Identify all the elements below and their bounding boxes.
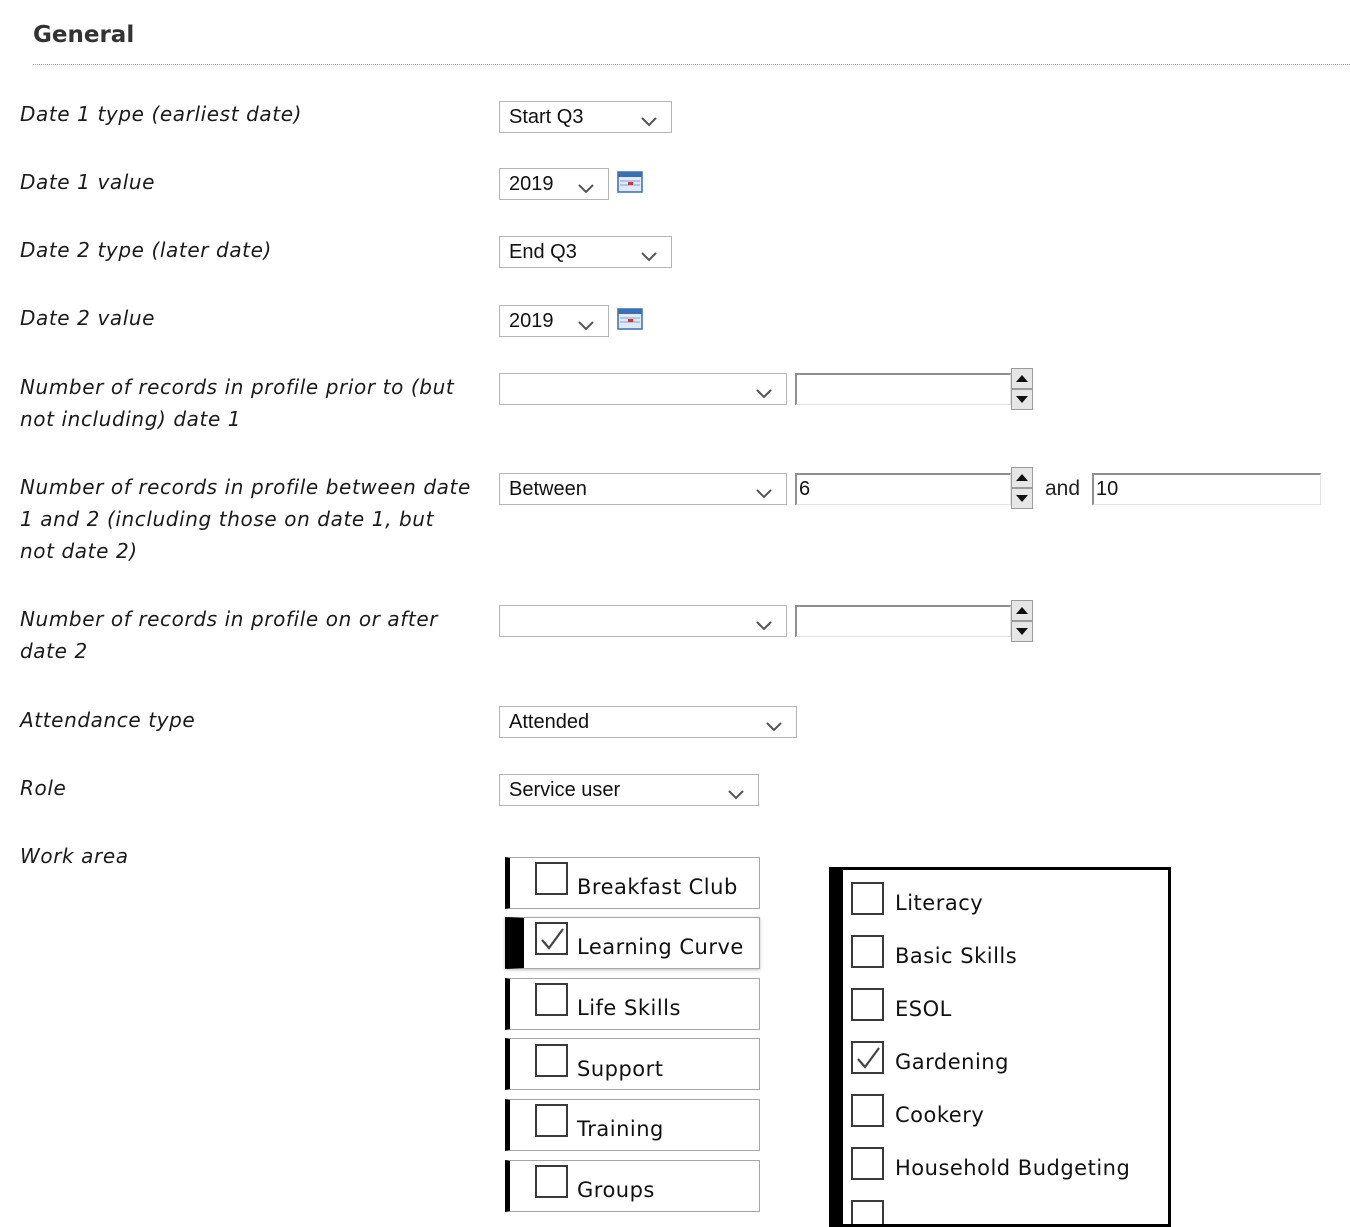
checkbox[interactable]: [851, 882, 884, 915]
records-between-input-2[interactable]: 10: [1092, 473, 1321, 505]
date1-type-select[interactable]: Start Q3: [499, 101, 672, 133]
checkbox[interactable]: [851, 1041, 884, 1074]
records-between-operator-value: Between: [509, 478, 587, 500]
subitem-esol[interactable]: ESOL: [851, 988, 1161, 1028]
work-area-item-label: Life Skills: [577, 996, 681, 1020]
checkbox[interactable]: [535, 983, 568, 1016]
work-area-item-label: Training: [577, 1117, 664, 1141]
records-prior-input[interactable]: [795, 373, 1011, 405]
subitem-literacy[interactable]: Literacy: [851, 882, 1161, 922]
subitem-label: Gardening: [895, 1050, 1009, 1074]
spin-down-icon[interactable]: [1011, 621, 1033, 642]
work-area-item-breakfast-club[interactable]: Breakfast Club: [505, 857, 760, 909]
chevron-down-icon: [641, 252, 657, 262]
chevron-down-icon: [641, 117, 657, 127]
check-icon: [541, 928, 564, 950]
records-prior-spinner[interactable]: [1011, 368, 1033, 410]
check-icon: [857, 1047, 880, 1069]
role-label: Role: [20, 776, 67, 800]
checkbox[interactable]: [535, 1104, 568, 1137]
records-between-operator-select[interactable]: Between: [499, 473, 787, 505]
records-between-spinner[interactable]: [1011, 467, 1033, 509]
section-divider: [33, 64, 1350, 65]
checkbox[interactable]: [535, 1044, 568, 1077]
checkbox[interactable]: [851, 1200, 884, 1224]
work-area-item-support[interactable]: Support: [505, 1038, 760, 1090]
date2-value-label: Date 2 value: [20, 306, 156, 330]
date1-value-value: 2019: [509, 173, 554, 195]
chevron-down-icon: [756, 621, 772, 631]
subitem-cookery[interactable]: Cookery: [851, 1094, 1161, 1134]
spin-down-icon[interactable]: [1011, 488, 1033, 509]
records-prior-label: Number of records in profile prior to (b…: [20, 375, 455, 431]
subitem-label: ESOL: [895, 997, 952, 1021]
work-area-item-label: Learning Curve: [577, 935, 744, 959]
spin-up-icon[interactable]: [1011, 600, 1033, 621]
chevron-down-icon: [728, 790, 744, 800]
chevron-down-icon: [756, 489, 772, 499]
checkbox[interactable]: [851, 988, 884, 1021]
checkbox[interactable]: [851, 1147, 884, 1180]
subitem-label: Cookery: [895, 1103, 985, 1127]
subitem-gardening[interactable]: Gardening: [851, 1041, 1161, 1081]
spin-down-icon[interactable]: [1011, 389, 1033, 410]
role-value: Service user: [509, 779, 621, 801]
work-area-subitems-panel: Literacy Basic Skills ESOL Gardening Coo…: [829, 867, 1171, 1227]
work-area-item-learning-curve[interactable]: Learning Curve: [505, 917, 760, 969]
calendar-icon[interactable]: [617, 308, 643, 330]
attendance-type-value: Attended: [509, 711, 590, 733]
checkbox[interactable]: [535, 862, 568, 895]
and-label: and: [1045, 477, 1081, 500]
calendar-icon[interactable]: [617, 171, 643, 193]
checkbox[interactable]: [851, 1094, 884, 1127]
subitem-household-budgeting[interactable]: Household Budgeting: [851, 1147, 1161, 1187]
work-area-label: Work area: [20, 844, 129, 868]
spin-up-icon[interactable]: [1011, 368, 1033, 389]
chevron-down-icon: [756, 389, 772, 399]
work-area-item-label: Support: [577, 1057, 664, 1081]
chevron-down-icon: [578, 321, 594, 331]
date1-type-value: Start Q3: [509, 106, 584, 128]
work-area-item-groups[interactable]: Groups: [505, 1160, 760, 1212]
chevron-down-icon: [578, 184, 594, 194]
subitem-partial[interactable]: [851, 1200, 1161, 1224]
spin-up-icon[interactable]: [1011, 467, 1033, 488]
date1-value-select[interactable]: 2019: [499, 168, 609, 200]
date2-type-select[interactable]: End Q3: [499, 236, 672, 268]
work-area-item-life-skills[interactable]: Life Skills: [505, 978, 760, 1030]
chevron-down-icon: [766, 722, 782, 732]
records-after-label: Number of records in profile on or after…: [20, 607, 439, 663]
date2-value-select[interactable]: 2019: [499, 305, 609, 337]
checkbox[interactable]: [851, 935, 884, 968]
date2-value-value: 2019: [509, 310, 554, 332]
attendance-type-label: Attendance type: [20, 708, 196, 732]
date2-type-value: End Q3: [509, 241, 577, 263]
work-area-item-label: Groups: [577, 1178, 655, 1202]
section-title: General: [33, 22, 135, 48]
subitem-label: Household Budgeting: [895, 1156, 1131, 1180]
records-after-operator-select[interactable]: [499, 605, 787, 637]
work-area-item-training[interactable]: Training: [505, 1099, 760, 1151]
records-between-input[interactable]: 6: [795, 473, 1011, 505]
subitem-label: Basic Skills: [895, 944, 1018, 968]
attendance-type-select[interactable]: Attended: [499, 706, 797, 738]
date1-type-label: Date 1 type (earliest date): [20, 102, 303, 126]
records-after-input[interactable]: [795, 605, 1011, 637]
subitem-basic-skills[interactable]: Basic Skills: [851, 935, 1161, 975]
work-area-item-label: Breakfast Club: [577, 875, 738, 899]
checkbox[interactable]: [535, 922, 568, 955]
records-prior-operator-select[interactable]: [499, 373, 787, 405]
date1-value-label: Date 1 value: [20, 170, 156, 194]
records-after-spinner[interactable]: [1011, 600, 1033, 642]
role-select[interactable]: Service user: [499, 774, 759, 806]
date2-type-label: Date 2 type (later date): [20, 238, 272, 262]
checkbox[interactable]: [535, 1165, 568, 1198]
records-between-label: Number of records in profile between dat…: [20, 475, 471, 563]
subitem-label: Literacy: [895, 891, 984, 915]
